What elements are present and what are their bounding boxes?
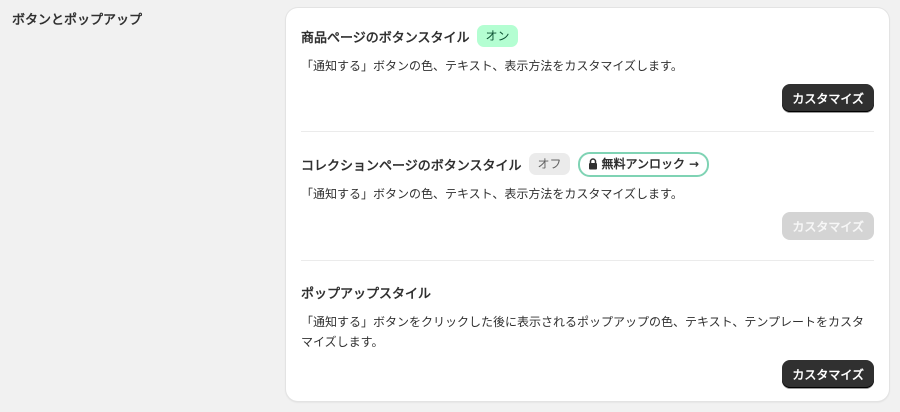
customize-button[interactable]: カスタマイズ (782, 360, 874, 388)
divider (301, 131, 874, 132)
section-title: ボタンとポップアップ (12, 13, 143, 28)
free-unlock-button[interactable]: 無料アンロック → (577, 151, 710, 177)
item-header: 商品ページのボタンスタイル オン (301, 25, 874, 47)
item-description: 「通知する」ボタンの色、テキスト、表示方法をカスタマイズします。 (301, 59, 683, 73)
status-badge-off: オフ (529, 153, 570, 175)
settings-card: 商品ページのボタンスタイル オン 「通知する」ボタンの色、テキスト、表示方法をカ… (286, 8, 889, 401)
item-popup-style: ポップアップスタイル 「通知する」ボタンをクリックした後に表示されるポップアップ… (301, 281, 874, 388)
item-description: 「通知する」ボタンの色、テキスト、表示方法をカスタマイズします。 (301, 187, 683, 201)
item-title: 商品ページのボタンスタイル (301, 30, 470, 46)
item-title: コレクションページのボタンスタイル (301, 158, 522, 174)
customize-button-disabled: カスタマイズ (782, 212, 874, 240)
lock-icon (588, 158, 598, 170)
item-header: ポップアップスタイル (301, 281, 874, 303)
free-unlock-label: 無料アンロック (601, 156, 686, 171)
item-collection-page-button-style: コレクションページのボタンスタイル オフ 無料アンロック → 「通知する」ボタン… (301, 151, 874, 240)
status-badge-on: オン (477, 25, 518, 47)
item-title: ポップアップスタイル (301, 286, 432, 302)
customize-button[interactable]: カスタマイズ (782, 84, 874, 112)
item-description: 「通知する」ボタンをクリックした後に表示されるポップアップの色、テキスト、テンプ… (301, 315, 865, 349)
divider (301, 260, 874, 261)
arrow-right-icon: → (689, 156, 700, 171)
item-header: コレクションページのボタンスタイル オフ 無料アンロック → (301, 151, 874, 177)
item-product-page-button-style: 商品ページのボタンスタイル オン 「通知する」ボタンの色、テキスト、表示方法をカ… (301, 25, 874, 112)
